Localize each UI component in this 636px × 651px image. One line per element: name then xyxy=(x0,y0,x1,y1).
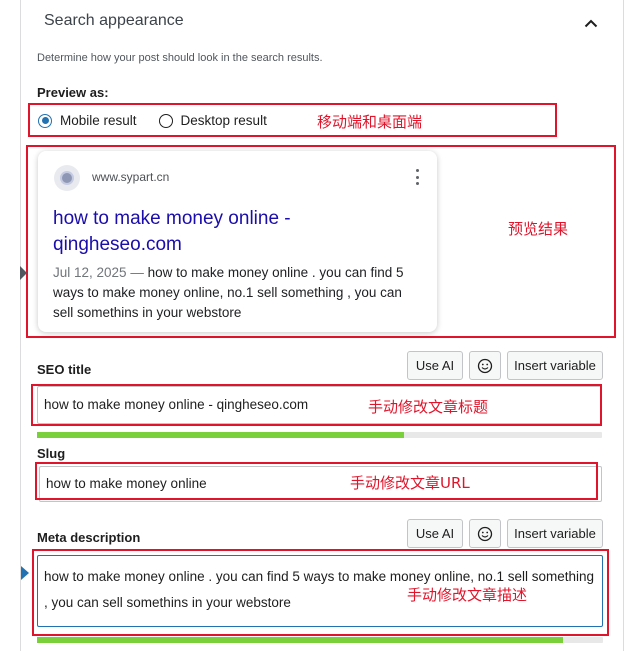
use-ai-button-title[interactable]: Use AI xyxy=(407,351,463,380)
result-snippet: Jul 12, 2025 — how to make money online … xyxy=(53,263,423,323)
insert-variable-button-meta[interactable]: Insert variable xyxy=(507,519,603,548)
smiley-icon xyxy=(477,358,493,373)
annotation-box-preview-toggle xyxy=(28,103,557,137)
insert-variable-button-title[interactable]: Insert variable xyxy=(507,351,603,380)
emoji-button-meta[interactable] xyxy=(469,519,501,548)
result-title-link[interactable]: how to make money online - qingheseo.com xyxy=(53,206,423,258)
seo-title-label: SEO title xyxy=(37,362,92,377)
smiley-icon xyxy=(477,526,493,541)
slug-label: Slug xyxy=(37,446,66,461)
annotation-preview-toggle: 移动端和桌面端 xyxy=(317,113,423,131)
section-description: Determine how your post should look in t… xyxy=(37,52,323,64)
seo-title-progress xyxy=(37,432,602,438)
use-ai-button-meta[interactable]: Use AI xyxy=(407,519,463,548)
result-site-url: www.sypart.cn xyxy=(92,170,170,184)
annotation-edit-title: 手动修改文章标题 xyxy=(368,398,489,416)
globe-icon xyxy=(54,165,80,191)
section-title: Search appearance xyxy=(44,12,184,29)
focus-arrow-icon xyxy=(21,566,29,580)
meta-description-label: Meta description xyxy=(37,530,141,545)
annotation-edit-desc: 手动修改文章描述 xyxy=(407,586,528,604)
meta-description-progress-fill xyxy=(37,637,564,643)
search-result-card: www.sypart.cn how to make money online -… xyxy=(38,151,437,332)
emoji-button-title[interactable] xyxy=(469,351,501,380)
annotation-box-slug xyxy=(35,462,598,500)
preview-label: Preview as: xyxy=(37,85,109,100)
chevron-up-icon[interactable] xyxy=(580,12,602,34)
annotation-edit-url: 手动修改文章URL xyxy=(350,474,470,492)
more-options-icon[interactable] xyxy=(413,169,421,185)
pointer-arrow-icon xyxy=(20,266,27,280)
seo-title-progress-fill xyxy=(37,432,405,438)
result-date: Jul 12, 2025 xyxy=(53,265,127,280)
meta-description-progress xyxy=(37,637,603,643)
result-date-separator: — xyxy=(130,265,144,280)
annotation-preview-result: 预览结果 xyxy=(508,220,569,238)
annotation-box-seo-title xyxy=(31,384,602,426)
